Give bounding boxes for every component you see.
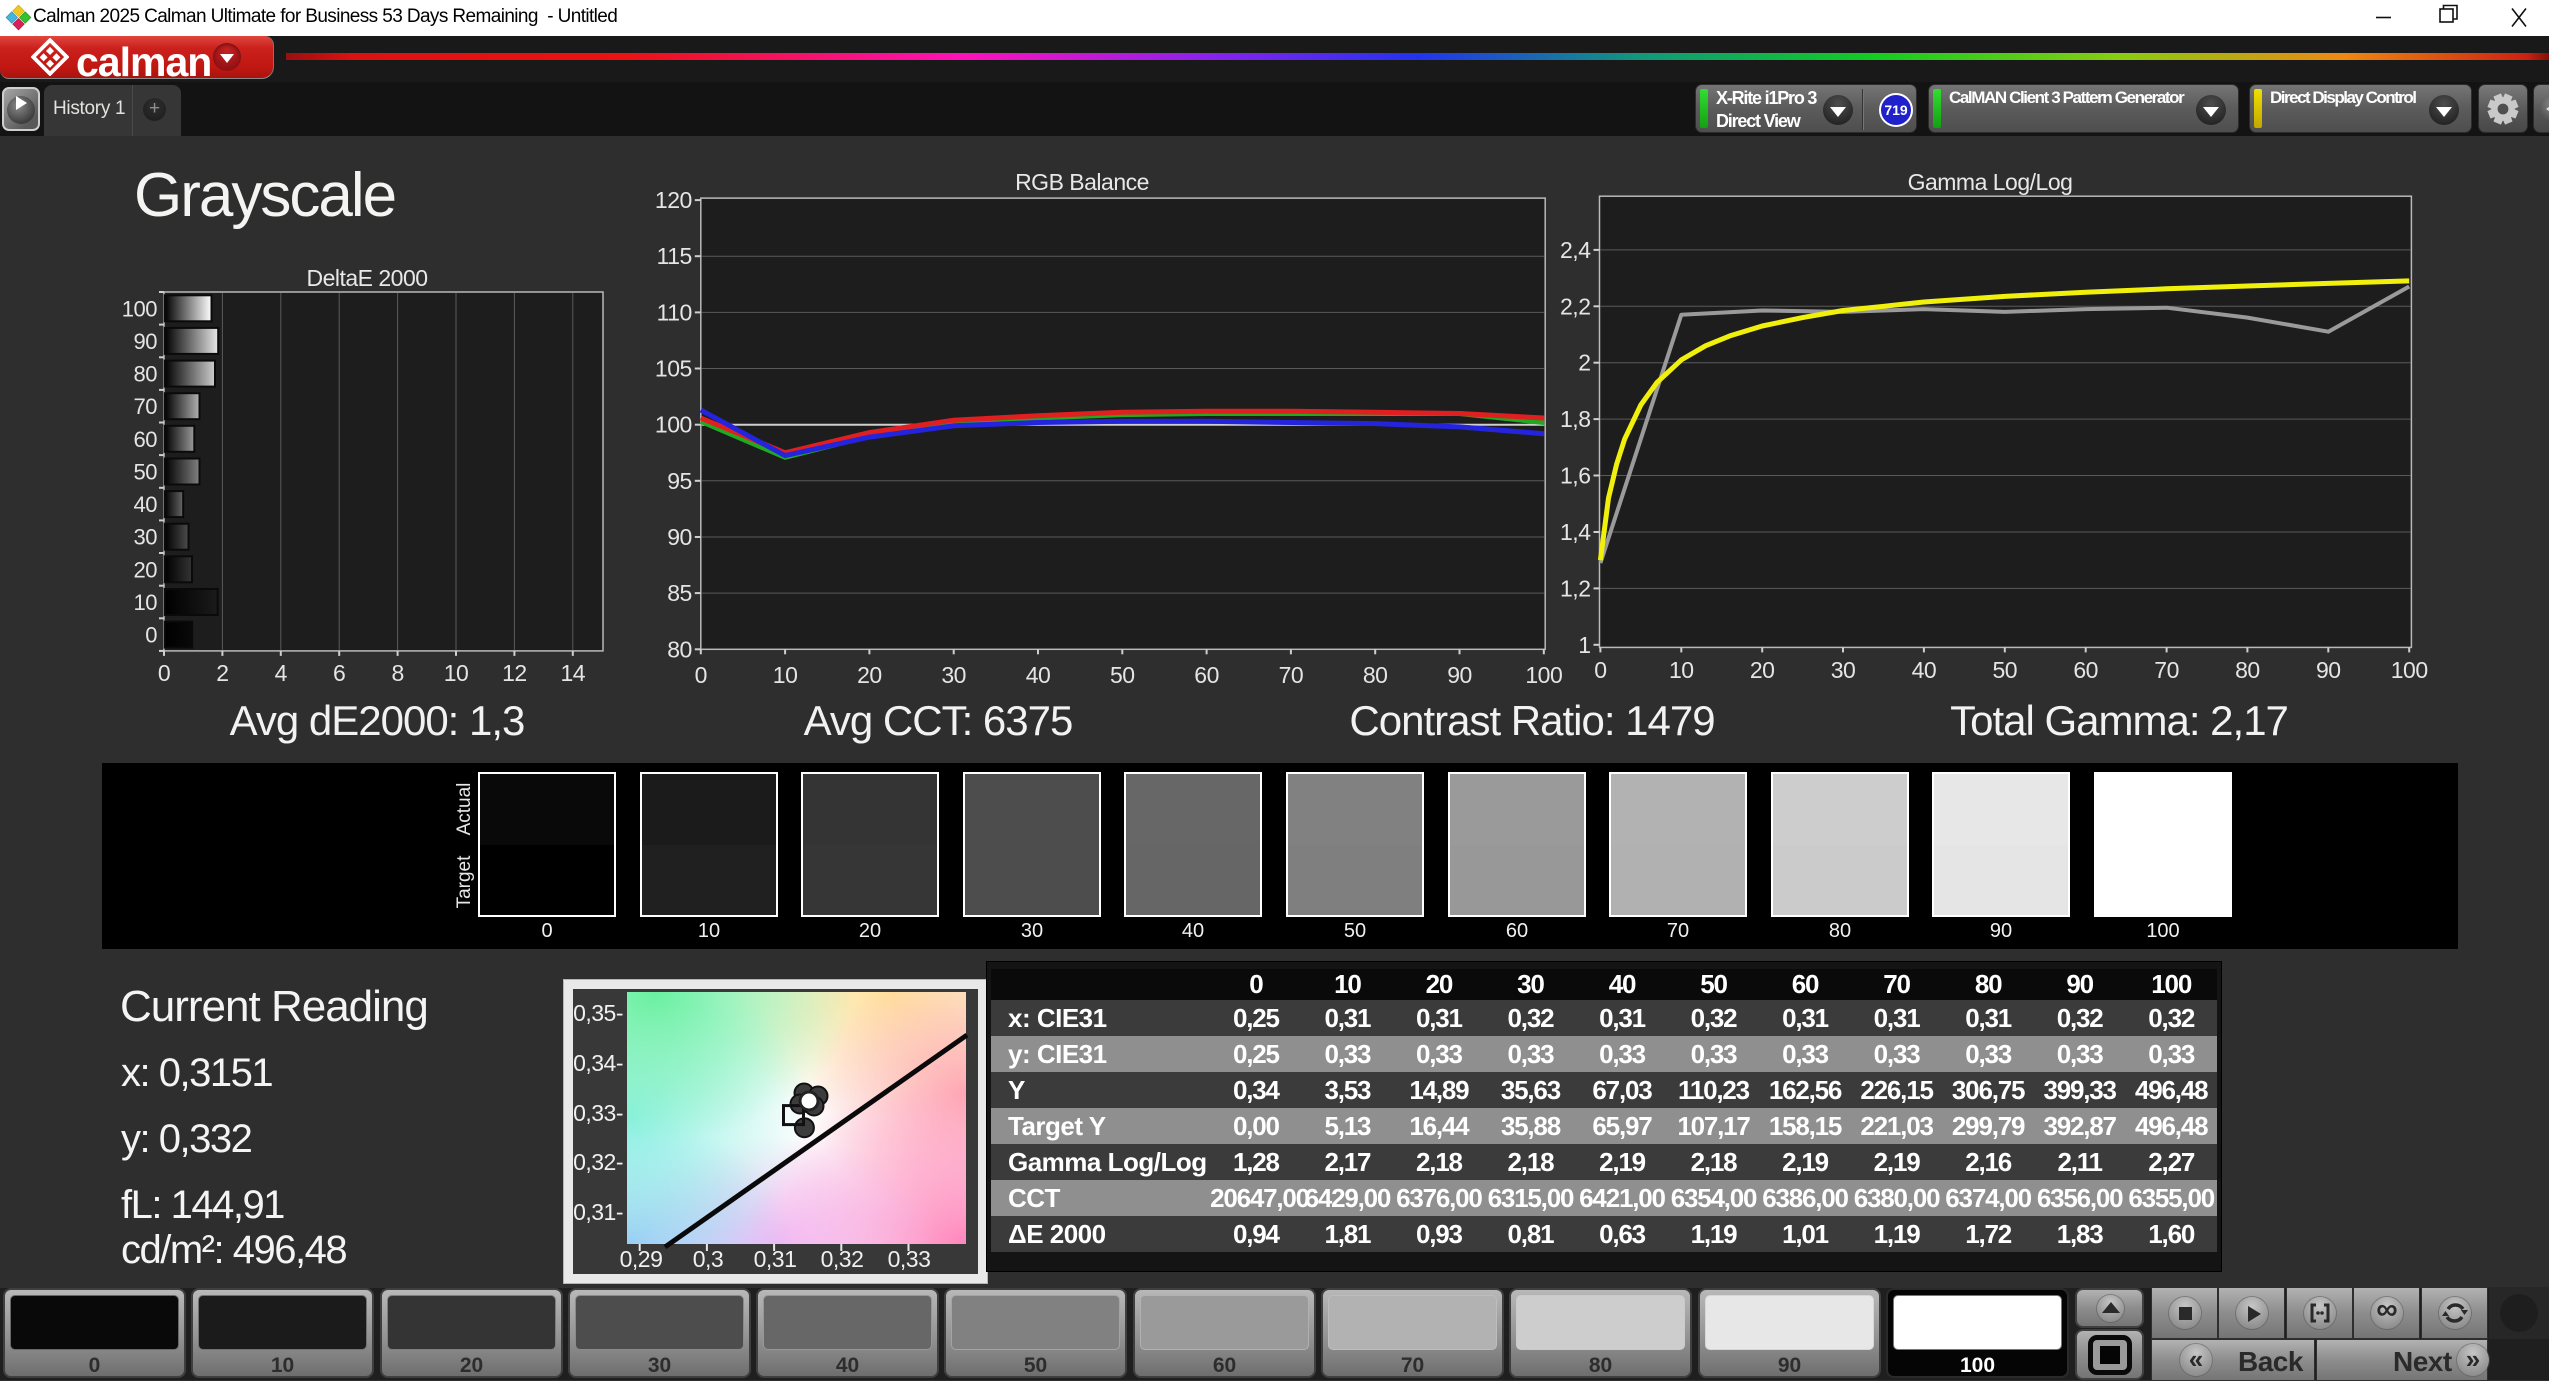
svg-text:2: 2 (1578, 350, 1590, 376)
svg-text:1,4: 1,4 (1560, 519, 1591, 545)
svg-text:110: 110 (657, 299, 692, 325)
svg-text:80: 80 (667, 636, 692, 662)
svg-text:0: 0 (145, 623, 157, 648)
svg-text:20: 20 (857, 662, 882, 688)
svg-text:60: 60 (2073, 657, 2098, 683)
svg-text:4: 4 (275, 660, 288, 686)
svg-text:80: 80 (1363, 662, 1388, 688)
svg-text:Gamma Log/Log: Gamma Log/Log (1908, 169, 2073, 195)
svg-text:115: 115 (657, 243, 692, 269)
svg-text:10: 10 (444, 660, 469, 686)
svg-text:50: 50 (1993, 657, 2018, 683)
svg-text:100: 100 (2391, 657, 2428, 683)
svg-text:60: 60 (134, 427, 158, 452)
svg-text:10: 10 (1669, 657, 1694, 683)
svg-text:90: 90 (2316, 657, 2341, 683)
svg-text:50: 50 (134, 460, 158, 485)
svg-text:1,8: 1,8 (1560, 406, 1590, 432)
svg-text:20: 20 (1750, 657, 1775, 683)
svg-text:70: 70 (2154, 657, 2179, 683)
svg-text:14: 14 (561, 660, 586, 686)
svg-text:6: 6 (333, 660, 345, 686)
svg-text:120: 120 (655, 187, 692, 213)
svg-text:60: 60 (1194, 662, 1219, 688)
svg-text:95: 95 (667, 468, 692, 494)
svg-text:1: 1 (1578, 632, 1590, 658)
svg-text:2,4: 2,4 (1560, 237, 1591, 263)
svg-text:12: 12 (502, 660, 527, 686)
svg-text:85: 85 (667, 580, 692, 606)
svg-text:40: 40 (134, 492, 158, 517)
svg-text:1,6: 1,6 (1560, 463, 1590, 489)
svg-text:0: 0 (1594, 657, 1606, 683)
svg-text:0: 0 (158, 660, 170, 686)
svg-text:70: 70 (134, 394, 158, 419)
svg-text:90: 90 (1447, 662, 1472, 688)
svg-text:2: 2 (216, 660, 228, 686)
svg-text:DeltaE 2000: DeltaE 2000 (306, 265, 427, 291)
svg-text:50: 50 (1110, 662, 1135, 688)
svg-text:30: 30 (134, 525, 158, 550)
svg-text:0: 0 (695, 662, 707, 688)
svg-text:70: 70 (1279, 662, 1304, 688)
svg-text:80: 80 (134, 362, 158, 387)
svg-text:90: 90 (134, 329, 158, 354)
svg-text:10: 10 (773, 662, 798, 688)
svg-text:8: 8 (391, 660, 403, 686)
svg-text:100: 100 (122, 296, 157, 321)
svg-text:2,2: 2,2 (1560, 293, 1590, 319)
svg-text:105: 105 (655, 356, 692, 382)
svg-text:10: 10 (134, 590, 158, 615)
svg-text:30: 30 (1831, 657, 1856, 683)
svg-text:1,2: 1,2 (1560, 575, 1590, 601)
svg-text:40: 40 (1026, 662, 1051, 688)
svg-text:100: 100 (655, 412, 692, 438)
svg-text:90: 90 (667, 524, 692, 550)
svg-text:80: 80 (2235, 657, 2260, 683)
svg-text:40: 40 (1912, 657, 1937, 683)
svg-text:RGB Balance: RGB Balance (1015, 169, 1149, 195)
svg-text:30: 30 (941, 662, 966, 688)
svg-text:20: 20 (134, 557, 158, 582)
